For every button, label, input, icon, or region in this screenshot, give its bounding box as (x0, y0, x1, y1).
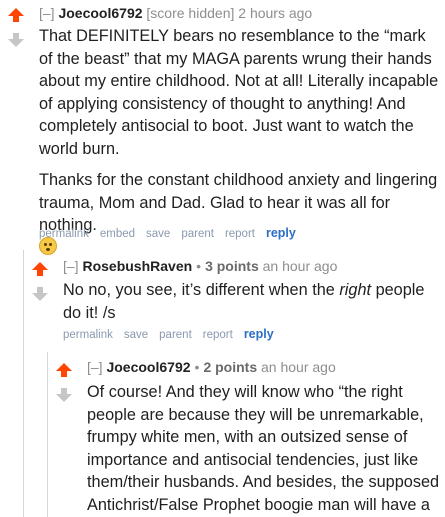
author-link[interactable]: Joecool6792 (106, 359, 190, 375)
comment-joecool6792-2: [–] Joecool6792 • 2 points an hour ago Of … (0, 352, 445, 517)
comment-time: an hour ago (262, 258, 338, 274)
downvote-arrow-icon[interactable] (32, 287, 48, 301)
collapse-toggle[interactable]: [–] (63, 258, 79, 274)
author-link[interactable]: Joecool6792 (58, 5, 142, 21)
comment-paragraph: No no, you see, it’s different when the … (63, 279, 441, 324)
comment-body: That DEFINITELY bears no resemblance to … (39, 25, 439, 259)
downvote-arrow-icon[interactable] (8, 33, 24, 47)
comment-paragraph: That DEFINITELY bears no resemblance to … (39, 27, 439, 158)
collapse-toggle[interactable]: [–] (39, 5, 55, 21)
comment-time: an hour ago (261, 359, 336, 375)
comment-buttons: permalink embed save parent report reply (39, 226, 307, 240)
downvote-arrow-icon[interactable] (56, 388, 72, 402)
thread-line (47, 352, 48, 517)
save-link[interactable]: save (146, 228, 170, 240)
comment-paragraph: Of course! And they will know who “the r… (87, 383, 440, 514)
reply-link[interactable]: reply (266, 226, 296, 240)
comment-paragraph-text: Thanks for the constant childhood anxiet… (39, 171, 438, 234)
comment-buttons: permalink save parent report reply (63, 327, 285, 341)
reply-link[interactable]: reply (244, 327, 274, 341)
comment-time: 2 hours ago (238, 5, 313, 21)
parent-link[interactable]: parent (181, 228, 214, 240)
collapse-toggle[interactable]: [–] (87, 359, 103, 375)
comment-paragraph-2: Thanks for the constant childhood anxiet… (39, 169, 439, 259)
upvote-arrow-icon[interactable] (8, 8, 24, 22)
comment-text-emphasis: right (339, 281, 372, 299)
permalink-link[interactable]: permalink (63, 329, 113, 341)
author-link[interactable]: RosebushRaven (82, 258, 192, 274)
parent-link[interactable]: parent (159, 329, 192, 341)
comment-joecool6792-1: [–] Joecool6792 [score hidden] 2 hours a… (0, 0, 445, 255)
comment-body: No no, you see, it’s different when the … (63, 279, 441, 324)
separator-dot: • (196, 258, 202, 274)
separator-dot: • (194, 359, 200, 375)
save-link[interactable]: save (124, 329, 148, 341)
comment-body: Of course! And they will know who “the r… (87, 381, 441, 517)
comment-tagline: [–] RosebushRaven • 3 points an hour ago (63, 258, 337, 274)
comment-score: 2 points (203, 359, 258, 375)
score-hidden: [score hidden] (146, 5, 235, 21)
upvote-arrow-icon[interactable] (32, 262, 48, 276)
comment-score: 3 points (205, 258, 259, 274)
comment-tagline: [–] Joecool6792 [score hidden] 2 hours a… (39, 5, 312, 21)
comment-tagline: [–] Joecool6792 • 2 points an hour ago (87, 359, 336, 375)
embed-link[interactable]: embed (100, 228, 135, 240)
report-link[interactable]: report (203, 329, 233, 341)
report-link[interactable]: report (225, 228, 255, 240)
upvote-arrow-icon[interactable] (56, 363, 72, 377)
permalink-link[interactable]: permalink (39, 228, 89, 240)
comment-text-part: No no, you see, it’s different when the (63, 281, 340, 299)
